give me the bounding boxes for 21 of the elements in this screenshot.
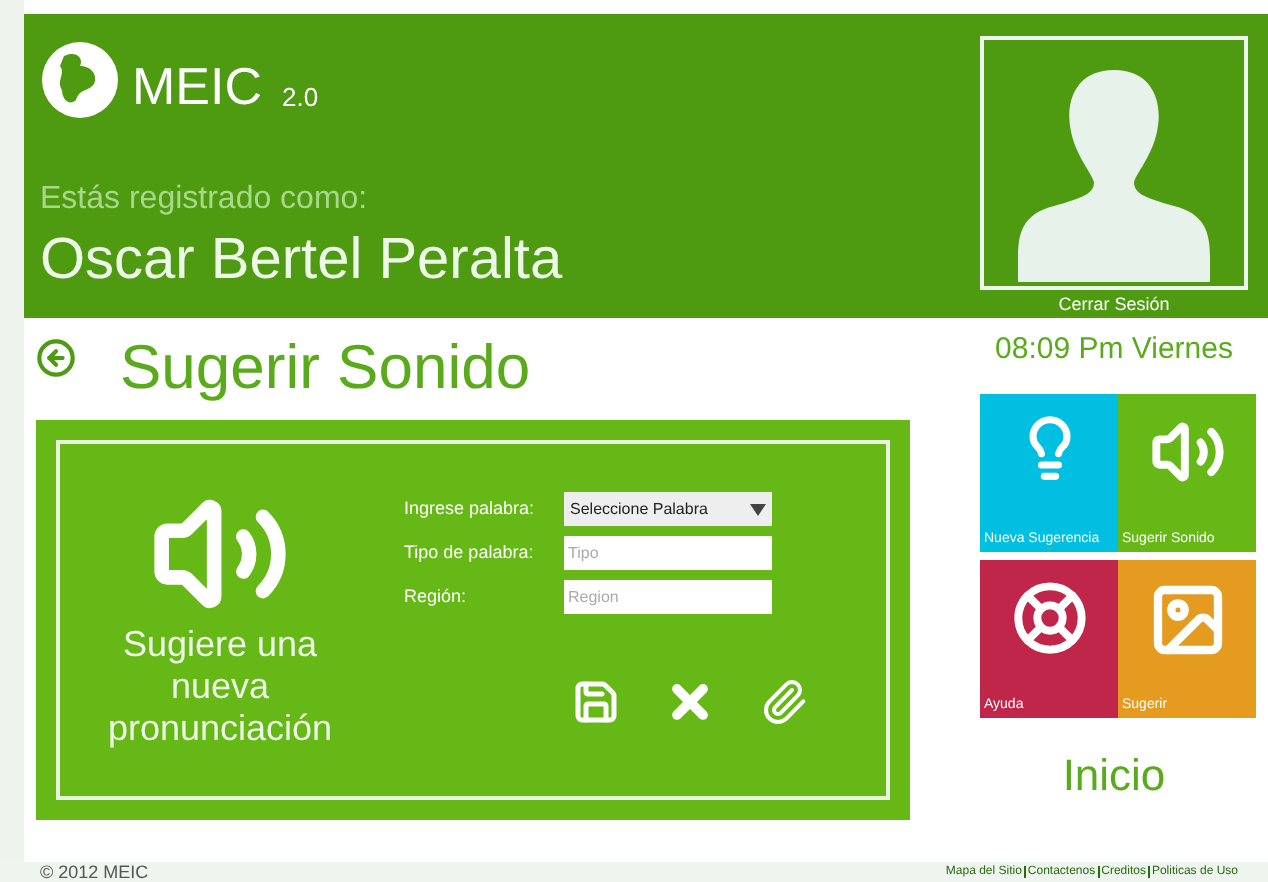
user-name: Oscar Bertel Peralta bbox=[40, 226, 565, 296]
globe-logo-icon bbox=[40, 40, 120, 120]
paperclip-button[interactable] bbox=[760, 675, 808, 728]
caret-icon bbox=[750, 503, 766, 516]
clock-text: 08:09 Pm Viernes bbox=[995, 330, 1233, 370]
caption-text: Sugiere una nueva pronunciación bbox=[105, 623, 335, 750]
back-icon[interactable] bbox=[36, 338, 76, 378]
text-field[interactable]: Tipo bbox=[564, 536, 772, 571]
word-dropdown[interactable]: Seleccione Palabra bbox=[564, 492, 772, 527]
help-icon bbox=[1011, 579, 1087, 655]
text-field[interactable]: Region bbox=[564, 580, 772, 615]
registered-label: Estás registrado como: bbox=[40, 180, 370, 220]
field-label: Tipo de palabra: bbox=[404, 540, 536, 566]
logout-link[interactable]: Cerrar Sesión bbox=[1058, 296, 1170, 314]
avatar-frame[interactable] bbox=[980, 36, 1248, 290]
field-label: Ingrese palabra: bbox=[404, 496, 537, 522]
page-title: Sugerir Sonido bbox=[120, 330, 531, 406]
copyright-text: © 2012 MEIC bbox=[40, 863, 149, 881]
logo-text: MEIC bbox=[132, 60, 262, 112]
field-label: Región: bbox=[404, 584, 469, 610]
version-text: 2.0 bbox=[282, 84, 319, 110]
